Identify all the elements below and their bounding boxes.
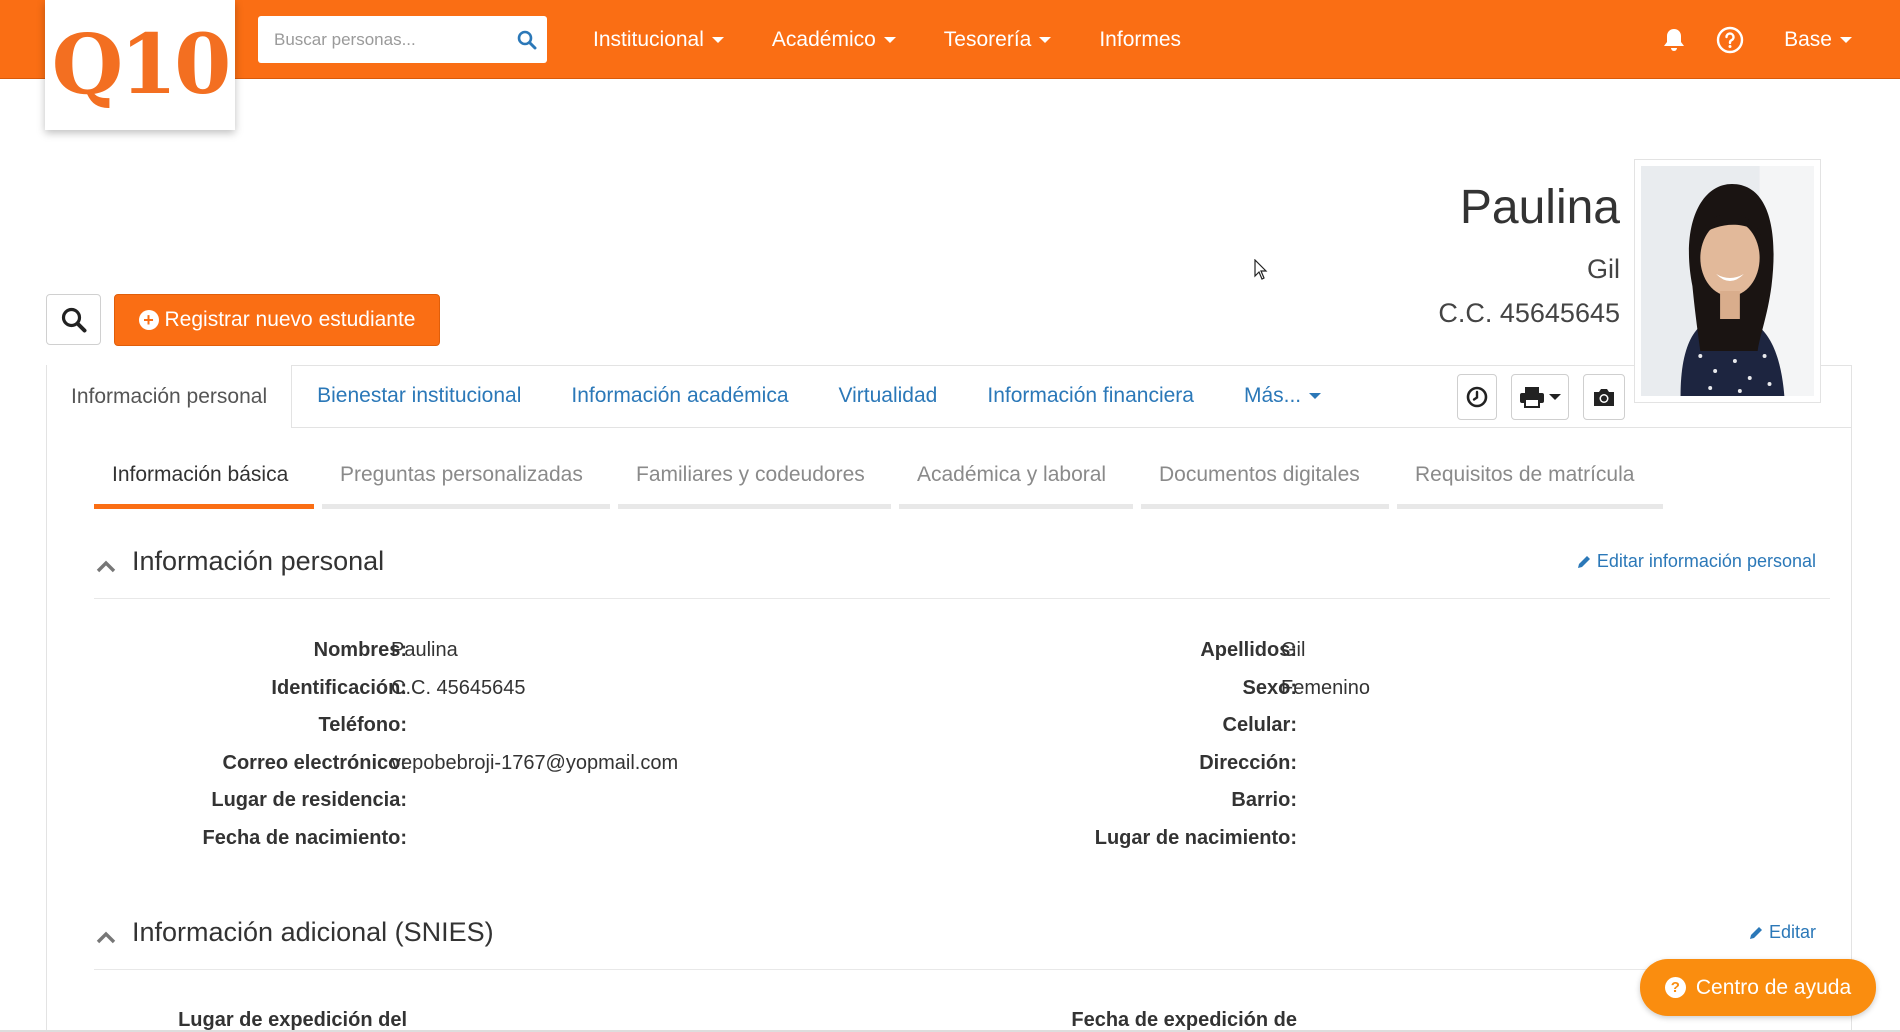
subtab-familiares-codeudores[interactable]: Familiares y codeudores: [618, 453, 891, 509]
label-apellidos: Apellidos:: [1200, 639, 1297, 661]
nav-item-label: Informes: [1099, 27, 1182, 51]
edit-snies-link[interactable]: Editar: [1748, 922, 1816, 943]
label-telefono: Teléfono:: [318, 714, 407, 736]
label-lugar-nacimiento: Lugar de nacimiento:: [1094, 827, 1297, 849]
nav-right: Base: [1632, 0, 1852, 79]
top-navbar: Institucional Académico Tesorería Inform…: [0, 0, 1900, 79]
main-menu: Institucional Académico Tesorería Inform…: [593, 0, 1229, 79]
label-celular: Celular:: [1222, 714, 1297, 736]
search-icon[interactable]: [507, 16, 547, 63]
caret-down-icon: [1309, 393, 1322, 399]
subtab-documentos-digitales[interactable]: Documentos digitales: [1141, 453, 1389, 509]
history-button[interactable]: [1457, 374, 1497, 420]
help-center-label: Centro de ayuda: [1695, 975, 1852, 999]
print-button[interactable]: [1511, 374, 1569, 420]
nav-item-institucional[interactable]: Institucional: [593, 28, 724, 52]
value-correo: vepobebroji-1767@yopmail.com: [391, 752, 679, 774]
student-panel: Información personal Bienestar instituci…: [46, 365, 1852, 1032]
label-direccion: Dirección:: [1199, 752, 1297, 774]
section-snies-header: Información adicional (SNIES) Editar: [94, 912, 1830, 970]
section-title: Información adicional (SNIES): [132, 917, 494, 947]
label-lugar-expedicion: Lugar de expedición del: [178, 1009, 407, 1031]
help-circle-icon[interactable]: [1716, 26, 1744, 54]
register-button-label: Registrar nuevo estudiante: [164, 308, 416, 331]
label-fecha-nacimiento: Fecha de nacimiento:: [202, 827, 408, 849]
nav-item-label: Institucional: [593, 27, 704, 51]
label-sexo: Sexo:: [1242, 677, 1297, 699]
logo[interactable]: Q10: [45, 0, 235, 130]
tab-informacion-academica[interactable]: Información académica: [546, 365, 813, 427]
subtab-preguntas-personalizadas[interactable]: Preguntas personalizadas: [322, 453, 610, 509]
person-photo-image: [1641, 166, 1814, 396]
mouse-cursor-icon: [1254, 259, 1268, 280]
help-center-button[interactable]: ? Centro de ayuda: [1640, 959, 1876, 1016]
nav-item-academico[interactable]: Académico: [772, 28, 896, 52]
search-input[interactable]: [258, 29, 507, 50]
nav-item-label: Académico: [771, 27, 876, 51]
profile-first-name: Paulina: [1459, 181, 1620, 234]
value-apellidos: Gil: [1281, 639, 1306, 661]
pencil-icon: [1749, 926, 1762, 939]
caret-down-icon: [711, 36, 724, 43]
user-menu-label: Base: [1784, 27, 1832, 51]
nav-item-tesoreria[interactable]: Tesorería: [944, 28, 1052, 52]
tab-mas[interactable]: Más...: [1219, 365, 1346, 427]
tab-informacion-personal[interactable]: Información personal: [47, 365, 293, 428]
profile-photo[interactable]: [1634, 159, 1821, 403]
section-personal-header: Información personal Editar información …: [94, 541, 1830, 599]
label-nombres: Nombres:: [313, 639, 407, 661]
clock-icon: [1466, 386, 1488, 408]
user-menu[interactable]: Base: [1784, 28, 1852, 52]
camera-button[interactable]: [1583, 374, 1625, 420]
section-title: Información personal: [132, 546, 385, 576]
label-fecha-expedicion: Fecha de expedición de: [1071, 1009, 1297, 1031]
register-student-button[interactable]: + Registrar nuevo estudiante: [114, 294, 440, 346]
search-icon: [61, 307, 86, 332]
profile-identification: C.C. 45645645: [1438, 298, 1620, 328]
label-lugar-residencia: Lugar de residencia:: [211, 789, 407, 811]
subtab-informacion-basica[interactable]: Información básica: [94, 453, 314, 509]
label-identificacion: Identificación:: [271, 677, 407, 699]
value-identificacion: C.C. 45645645: [391, 677, 526, 699]
edit-snies-label: Editar: [1768, 922, 1816, 942]
nav-item-label: Tesorería: [943, 27, 1032, 51]
bell-icon[interactable]: [1662, 27, 1686, 53]
caret-down-icon: [1549, 394, 1561, 400]
value-nombres: Paulina: [391, 639, 458, 661]
label-barrio: Barrio:: [1231, 789, 1297, 811]
subtab-requisitos-matricula[interactable]: Requisitos de matrícula: [1397, 453, 1663, 509]
edit-personal-link[interactable]: Editar información personal: [1576, 551, 1816, 572]
question-icon: ?: [1664, 977, 1686, 998]
logo-text: Q10: [51, 17, 232, 113]
value-sexo: Femenino: [1281, 677, 1370, 699]
nav-item-informes[interactable]: Informes: [1099, 28, 1181, 52]
caret-down-icon: [1039, 36, 1052, 43]
subtab-academica-laboral[interactable]: Académica y laboral: [899, 453, 1133, 509]
camera-icon: [1594, 389, 1614, 406]
printer-icon: [1520, 387, 1544, 408]
pencil-icon: [1577, 555, 1590, 568]
tab-mas-label: Más...: [1243, 384, 1302, 407]
edit-personal-label: Editar información personal: [1596, 551, 1816, 571]
chevron-up-icon[interactable]: [96, 930, 116, 949]
search-box: [258, 16, 547, 63]
chevron-up-icon[interactable]: [96, 559, 116, 578]
tab-informacion-financiera[interactable]: Información financiera: [962, 365, 1219, 427]
tab-virtualidad[interactable]: Virtualidad: [814, 365, 963, 427]
tab-toolbar: [1457, 374, 1639, 420]
caret-down-icon: [1840, 36, 1852, 43]
label-correo: Correo electrónico:: [222, 752, 407, 774]
sub-tabs: Información básica Preguntas personaliza…: [94, 453, 1671, 509]
plus-circle-icon: +: [138, 310, 159, 330]
profile-last-name: Gil: [1587, 254, 1620, 284]
search-student-button[interactable]: [46, 294, 101, 345]
tab-bienestar-institucional[interactable]: Bienestar institucional: [292, 365, 546, 427]
caret-down-icon: [883, 36, 896, 43]
